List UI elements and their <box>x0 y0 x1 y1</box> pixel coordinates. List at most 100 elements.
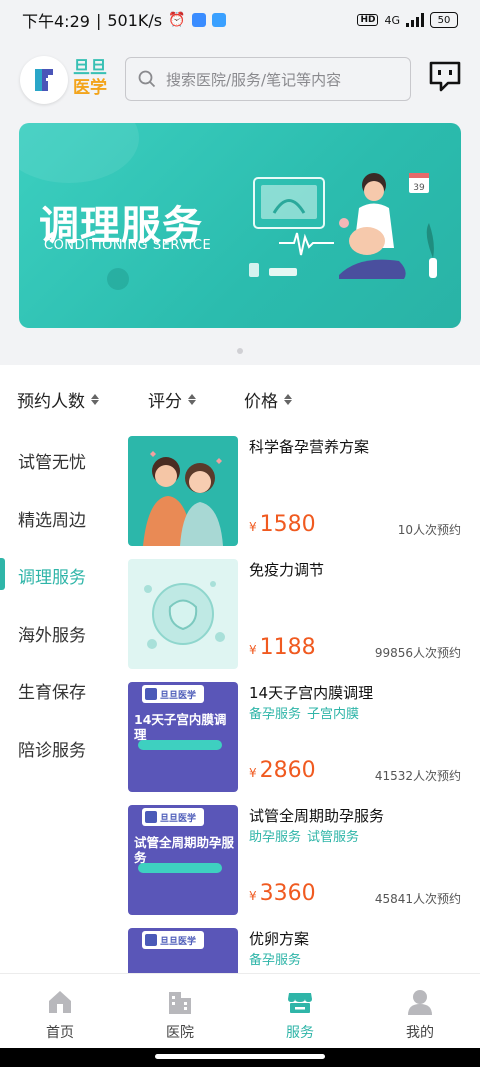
immunity-cell-illustration <box>144 581 225 649</box>
price-value: 1580 <box>259 512 316 537</box>
bottom-navigation: 首页 医院 服务 我的 <box>0 973 480 1048</box>
tab-service[interactable]: 服务 <box>260 974 340 1049</box>
currency-symbol: ¥ <box>249 889 257 903</box>
product-price: ¥ 1580 <box>249 512 316 537</box>
product-image: 旦旦医学 14天子宫内膜调理 <box>128 682 238 792</box>
price-value: 3360 <box>259 881 316 906</box>
brand-badge: 旦旦医学 <box>142 808 204 826</box>
alarm-icon: ⏰ <box>168 12 186 28</box>
sort-bar: 预约人数 评分 价格 <box>0 365 480 430</box>
product-image <box>128 559 238 669</box>
product-tag: 助孕服务 <box>249 830 302 845</box>
network-type: 4G <box>384 13 400 27</box>
sort-label: 预约人数 <box>17 392 85 412</box>
currency-symbol: ¥ <box>249 520 257 534</box>
status-bar: 下午4:29 | 501K/s ⏰ HD 4G 50 <box>0 0 480 40</box>
app-logo <box>20 56 68 104</box>
product-name: 免疫力调节 <box>249 561 325 579</box>
category-item[interactable]: 陪诊服务 <box>18 736 86 761</box>
category-item[interactable]: 试管无忧 <box>18 448 86 473</box>
sort-by-rating[interactable]: 评分 <box>148 387 196 412</box>
message-icon[interactable] <box>428 60 462 94</box>
sort-arrows-icon <box>91 394 99 405</box>
tab-label: 首页 <box>46 1025 74 1041</box>
home-icon <box>49 991 71 1013</box>
app-name: 旦旦 医学 <box>73 58 107 98</box>
product-card[interactable]: 旦旦医学 优卵方案 备孕服务 <box>128 928 468 973</box>
tab-hospital[interactable]: 医院 <box>140 974 220 1049</box>
hospital-icon <box>169 992 191 1014</box>
product-card[interactable]: 科学备孕营养方案 ¥ 1580 10人次预约 <box>128 436 468 548</box>
product-card[interactable]: 免疫力调节 ¥ 1188 99856人次预约 <box>128 559 468 671</box>
thumbnail-title: 14天子宫内膜调理 <box>134 712 227 742</box>
calendar-number: 39 <box>413 183 425 193</box>
thumbnail-pill <box>138 740 222 750</box>
promo-banner[interactable]: 调理服务 CONDITIONING SERVICE 39 <box>19 123 461 328</box>
profile-icon <box>408 990 432 1015</box>
product-name: 14天子宫内膜调理 <box>249 684 374 702</box>
booking-count: 99856人次预约 <box>374 646 461 660</box>
product-tag: 备孕服务 <box>249 953 302 968</box>
thumbnail-pill <box>138 863 222 873</box>
tab-home[interactable]: 首页 <box>20 974 100 1049</box>
couple-illustration <box>143 451 223 546</box>
currency-symbol: ¥ <box>249 766 257 780</box>
product-image: 旦旦医学 <box>128 928 238 973</box>
product-name: 优卵方案 <box>249 930 310 948</box>
booking-count: 41532人次预约 <box>374 769 461 783</box>
thumbnail-title: 试管全周期助孕服务 <box>134 835 235 865</box>
category-item[interactable]: 生育保存 <box>18 678 86 703</box>
sort-label: 价格 <box>244 392 278 412</box>
product-name: 试管全周期助孕服务 <box>249 807 385 825</box>
search-placeholder: 搜索医院/服务/笔记等内容 <box>166 70 342 89</box>
product-tags: 备孕服务 子宫内膜 <box>249 703 359 722</box>
sort-label: 评分 <box>148 392 182 412</box>
app-notification-icon <box>191 13 206 27</box>
product-price: ¥ 2860 <box>249 758 316 783</box>
active-category-indicator <box>0 558 5 590</box>
product-tag: 备孕服务 <box>249 707 302 722</box>
logo-mark-icon <box>35 69 55 91</box>
sort-by-price[interactable]: 价格 <box>244 387 292 412</box>
product-tag: 试管服务 <box>307 830 360 845</box>
banner-pagination-dot[interactable] <box>237 348 243 354</box>
tab-label: 服务 <box>286 1025 314 1041</box>
system-home-bar <box>0 1048 480 1067</box>
pregnant-woman-illustration: 39 <box>249 173 437 279</box>
search-icon <box>138 70 156 88</box>
status-time: 下午4:29 <box>22 12 90 31</box>
product-price: ¥ 1188 <box>249 635 316 660</box>
tab-label: 我的 <box>406 1025 434 1041</box>
category-item[interactable]: 海外服务 <box>18 621 86 646</box>
banner-subtitle: CONDITIONING SERVICE <box>44 238 212 253</box>
hd-icon: HD <box>357 14 379 26</box>
top-header: 旦旦 医学 搜索医院/服务/笔记等内容 <box>0 40 480 120</box>
service-store-icon <box>288 993 312 1013</box>
tab-label: 医院 <box>166 1025 194 1041</box>
sort-arrows-icon <box>284 394 292 405</box>
network-speed: 501K/s <box>107 10 163 30</box>
app-name-line1: 旦旦 <box>73 58 107 78</box>
price-value: 2860 <box>259 758 316 783</box>
currency-symbol: ¥ <box>249 643 257 657</box>
category-item[interactable]: 精选周边 <box>18 506 86 531</box>
tab-profile[interactable]: 我的 <box>380 974 460 1049</box>
banner-section: 调理服务 CONDITIONING SERVICE 39 <box>0 120 480 365</box>
status-separator: | <box>95 10 102 30</box>
sort-arrows-icon <box>188 394 196 405</box>
home-indicator[interactable] <box>155 1054 325 1059</box>
product-image <box>128 436 238 546</box>
price-value: 1188 <box>259 635 316 660</box>
app-name-line2: 医学 <box>73 78 107 98</box>
category-item-active[interactable]: 调理服务 <box>18 563 86 588</box>
product-card[interactable]: 旦旦医学 14天子宫内膜调理 14天子宫内膜调理 备孕服务 子宫内膜 ¥ 286… <box>128 682 468 794</box>
brand-badge: 旦旦医学 <box>142 685 204 703</box>
sort-by-bookings[interactable]: 预约人数 <box>17 387 99 412</box>
search-input[interactable]: 搜索医院/服务/笔记等内容 <box>125 57 411 101</box>
product-price: ¥ 3360 <box>249 881 316 906</box>
battery-indicator: 50 <box>430 12 458 28</box>
product-card[interactable]: 旦旦医学 试管全周期助孕服务 试管全周期助孕服务 助孕服务 试管服务 ¥ 336… <box>128 805 468 917</box>
booking-count: 10人次预约 <box>397 523 461 537</box>
app-notification-icon-2 <box>211 13 226 27</box>
product-tags: 助孕服务 试管服务 <box>249 826 359 845</box>
